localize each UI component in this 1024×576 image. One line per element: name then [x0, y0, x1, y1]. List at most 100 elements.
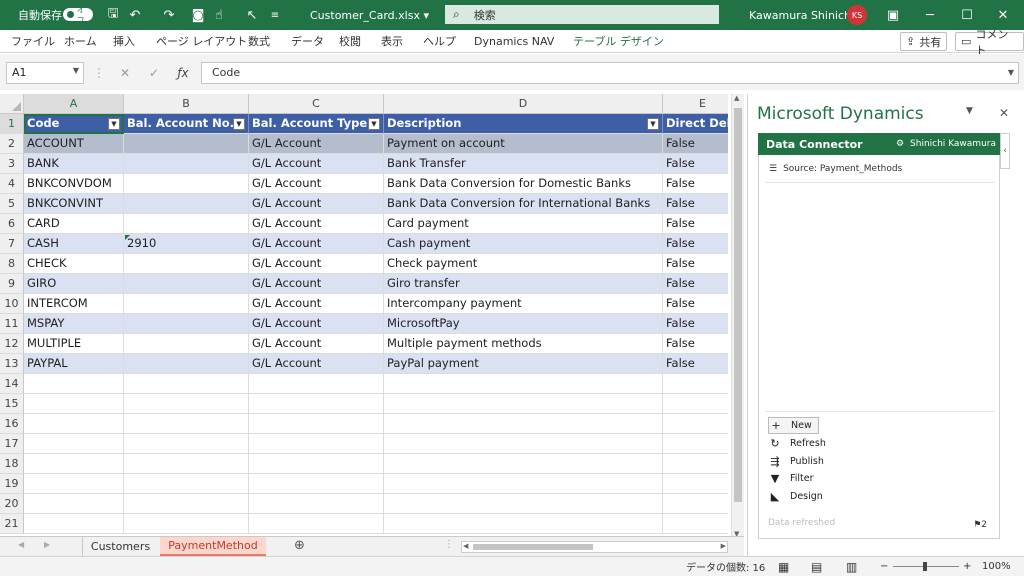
- cell-bal-account-type[interactable]: G/L Account: [249, 214, 384, 234]
- row-header[interactable]: 7: [0, 234, 24, 254]
- cell-bal-account-type[interactable]: G/L Account: [249, 354, 384, 374]
- row-header[interactable]: 15: [0, 394, 24, 414]
- tab-dynamics-nav[interactable]: Dynamics NAV: [474, 30, 554, 52]
- row-header[interactable]: 21: [0, 514, 24, 534]
- vertical-scrollbar[interactable]: ▲ ▼: [731, 94, 744, 538]
- touch-mode-icon[interactable]: ☝: [210, 0, 228, 30]
- cancel-icon[interactable]: ✕: [114, 62, 136, 84]
- cell-bal-account-no[interactable]: [124, 214, 249, 234]
- cell-code[interactable]: MSPAY: [24, 314, 124, 334]
- cell-direct-debit[interactable]: False: [663, 274, 728, 294]
- column-header-c[interactable]: C: [249, 94, 384, 114]
- empty-cell[interactable]: [384, 514, 663, 534]
- file-name[interactable]: Customer_Card.xlsx ▾: [310, 0, 429, 30]
- cell-description[interactable]: Giro transfer: [384, 274, 663, 294]
- save-icon[interactable]: 🖫: [104, 0, 122, 30]
- row-header[interactable]: 20: [0, 494, 24, 514]
- row-header[interactable]: 12: [0, 334, 24, 354]
- empty-cell[interactable]: [24, 514, 124, 534]
- cell-bal-account-type[interactable]: G/L Account: [249, 154, 384, 174]
- tab-help[interactable]: ヘルプ: [423, 30, 456, 52]
- zoom-level[interactable]: 100%: [982, 557, 1011, 576]
- empty-cell[interactable]: [124, 434, 249, 454]
- expand-formula-icon[interactable]: ▼: [1008, 68, 1014, 77]
- tab-insert[interactable]: 挿入: [113, 30, 135, 52]
- empty-cell[interactable]: [24, 494, 124, 514]
- empty-cell[interactable]: [663, 374, 728, 394]
- cell-description[interactable]: Cash payment: [384, 234, 663, 254]
- empty-cell[interactable]: [249, 514, 384, 534]
- scroll-thumb[interactable]: [473, 544, 593, 550]
- empty-cell[interactable]: [384, 474, 663, 494]
- empty-cell[interactable]: [663, 494, 728, 514]
- cell-direct-debit[interactable]: False: [663, 314, 728, 334]
- cell-description[interactable]: Bank Transfer: [384, 154, 663, 174]
- design-button[interactable]: ◣ Design: [768, 488, 823, 505]
- empty-cell[interactable]: [384, 414, 663, 434]
- cell-description[interactable]: Bank Data Conversion for International B…: [384, 194, 663, 214]
- scroll-right-icon[interactable]: ▶: [721, 542, 726, 550]
- empty-cell[interactable]: [249, 474, 384, 494]
- cell-code[interactable]: PAYPAL: [24, 354, 124, 374]
- empty-cell[interactable]: [24, 434, 124, 454]
- cell-bal-account-no[interactable]: [124, 134, 249, 154]
- empty-cell[interactable]: [663, 434, 728, 454]
- empty-cell[interactable]: [249, 374, 384, 394]
- next-sheet-icon[interactable]: ▶: [44, 540, 50, 549]
- cell-description[interactable]: Intercompany payment: [384, 294, 663, 314]
- tab-data[interactable]: データ: [291, 30, 324, 52]
- empty-cell[interactable]: [384, 454, 663, 474]
- customize-toolbar-icon[interactable]: ≡: [266, 0, 284, 30]
- empty-cell[interactable]: [384, 494, 663, 514]
- empty-cell[interactable]: [124, 454, 249, 474]
- cell-bal-account-no[interactable]: [124, 174, 249, 194]
- empty-cell[interactable]: [663, 514, 728, 534]
- horizontal-scrollbar[interactable]: ◀ ▶: [461, 541, 728, 553]
- row-header[interactable]: 18: [0, 454, 24, 474]
- tab-view[interactable]: 表示: [381, 30, 403, 52]
- row-header[interactable]: 5: [0, 194, 24, 214]
- maximize-icon[interactable]: ☐: [958, 0, 976, 30]
- collapse-button[interactable]: ‹: [1000, 133, 1010, 169]
- cell-bal-account-no[interactable]: [124, 254, 249, 274]
- cell-direct-debit[interactable]: False: [663, 134, 728, 154]
- empty-cell[interactable]: [249, 394, 384, 414]
- cell-code[interactable]: BANK: [24, 154, 124, 174]
- row-header[interactable]: 6: [0, 214, 24, 234]
- empty-cell[interactable]: [124, 514, 249, 534]
- empty-cell[interactable]: [24, 394, 124, 414]
- header-cell-code[interactable]: Code ▼: [24, 114, 124, 134]
- cell-direct-debit[interactable]: False: [663, 174, 728, 194]
- name-box[interactable]: A1 ▼: [6, 62, 84, 84]
- cell-description[interactable]: MicrosoftPay: [384, 314, 663, 334]
- cell-description[interactable]: Check payment: [384, 254, 663, 274]
- cell-bal-account-type[interactable]: G/L Account: [249, 314, 384, 334]
- empty-cell[interactable]: [24, 474, 124, 494]
- new-button[interactable]: + New: [768, 417, 819, 434]
- row-header[interactable]: 4: [0, 174, 24, 194]
- filter-dropdown-icon[interactable]: ▼: [647, 118, 659, 130]
- cell-bal-account-type[interactable]: G/L Account: [249, 234, 384, 254]
- cell-direct-debit[interactable]: False: [663, 154, 728, 174]
- filter-dropdown-icon[interactable]: ▼: [368, 118, 380, 130]
- cell-code[interactable]: ACCOUNT: [24, 134, 124, 154]
- prev-sheet-icon[interactable]: ◀: [18, 540, 24, 549]
- sheet-tab-paymentmethod[interactable]: PaymentMethod: [160, 537, 266, 556]
- empty-cell[interactable]: [124, 414, 249, 434]
- comment-button[interactable]: ▭ コメント: [955, 28, 1024, 57]
- cell-bal-account-no[interactable]: [124, 334, 249, 354]
- add-sheet-icon[interactable]: ⊕: [294, 538, 305, 553]
- header-cell-bal-account-type[interactable]: Bal. Account Type ▼: [249, 114, 384, 134]
- cell-description[interactable]: PayPal payment: [384, 354, 663, 374]
- cell-bal-account-type[interactable]: G/L Account: [249, 254, 384, 274]
- empty-cell[interactable]: [663, 394, 728, 414]
- cell-code[interactable]: CARD: [24, 214, 124, 234]
- row-header[interactable]: 13: [0, 354, 24, 374]
- formula-input[interactable]: Code ▼: [201, 62, 1019, 84]
- zoom-in-icon[interactable]: +: [963, 557, 971, 576]
- empty-cell[interactable]: [124, 494, 249, 514]
- cell-bal-account-no[interactable]: [124, 194, 249, 214]
- column-header-e[interactable]: E: [663, 94, 728, 114]
- cell-bal-account-no[interactable]: [124, 354, 249, 374]
- insert-function-icon[interactable]: ƒx: [172, 62, 194, 84]
